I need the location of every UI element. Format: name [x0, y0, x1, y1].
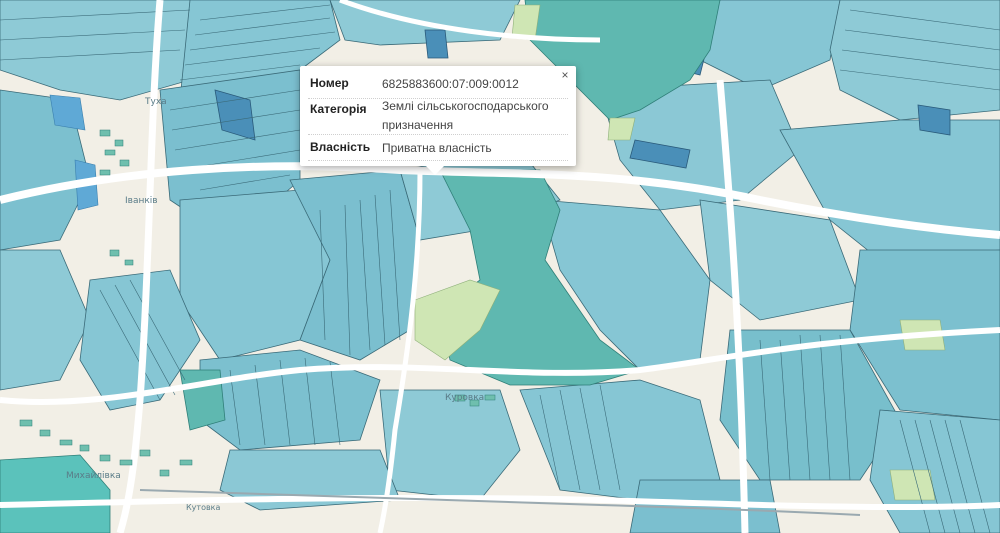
house-lot[interactable] — [109, 249, 120, 257]
house-lot[interactable] — [119, 459, 133, 466]
popup-value: 6825883600:07:009:0012 — [382, 77, 519, 91]
highlight-parcel[interactable] — [424, 29, 449, 59]
popup-pointer — [426, 166, 444, 175]
house-lot[interactable] — [139, 449, 151, 457]
house-lot[interactable] — [79, 444, 90, 452]
meadow-area[interactable] — [607, 117, 636, 141]
highlight-parcel[interactable] — [917, 104, 951, 136]
house-lot[interactable] — [484, 394, 496, 401]
meadow-area[interactable] — [889, 469, 936, 501]
place-label: Михайлівка — [66, 471, 121, 481]
place-label: Куровка — [445, 393, 484, 403]
house-lot[interactable] — [99, 169, 111, 176]
house-lot[interactable] — [119, 159, 130, 167]
house-lot[interactable] — [19, 419, 33, 427]
popup-row-category: Категорія Землі сільськогосподарського п… — [308, 98, 568, 135]
lake — [49, 94, 86, 131]
house-lot[interactable] — [99, 454, 111, 462]
place-label: Туха — [144, 97, 167, 107]
house-lot[interactable] — [59, 439, 73, 446]
popup-row-ownership: Власність Приватна власність — [308, 136, 568, 161]
popup-key: Номер — [310, 76, 349, 90]
place-label: Іванків — [125, 196, 158, 206]
house-lot[interactable] — [104, 149, 116, 156]
house-lot[interactable] — [114, 139, 124, 147]
house-lot[interactable] — [99, 129, 111, 137]
parcel-info-popup: × Номер 6825883600:07:009:0012 Категорія… — [300, 66, 576, 175]
house-lot[interactable] — [39, 429, 51, 437]
popup-value: Землі сільськогосподарського призначення — [382, 99, 549, 132]
place-label: Кутовка — [186, 503, 221, 512]
house-lot[interactable] — [124, 259, 134, 266]
house-lot[interactable] — [159, 469, 170, 477]
house-lot[interactable] — [179, 459, 193, 466]
popup-key: Категорія — [310, 102, 367, 116]
popup-value: Приватна власність — [382, 141, 492, 155]
popup-row-number: Номер 6825883600:07:009:0012 — [308, 72, 568, 99]
parcel-block[interactable] — [869, 409, 1000, 533]
popup-key: Власність — [310, 140, 371, 154]
